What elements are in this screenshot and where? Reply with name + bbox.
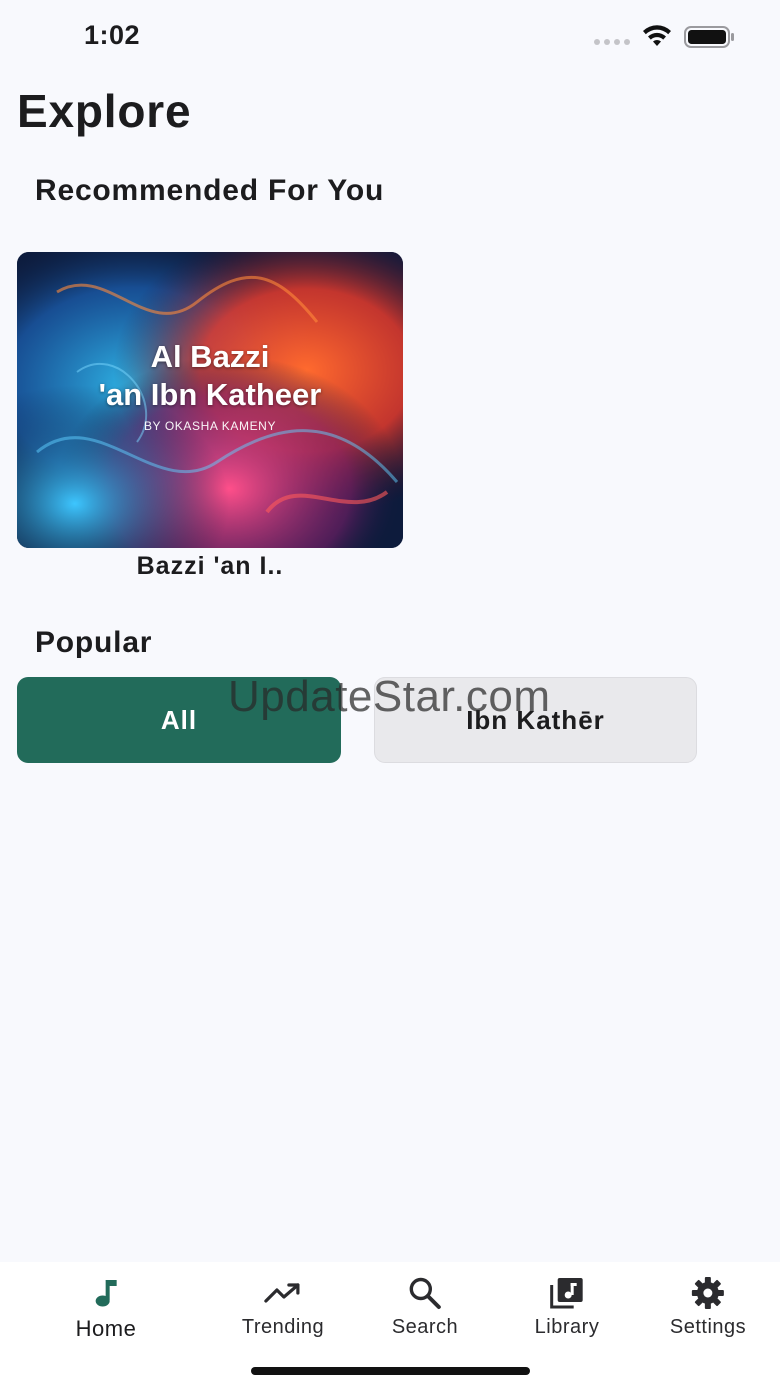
search-icon	[409, 1277, 441, 1309]
library-music-icon	[550, 1278, 583, 1309]
tab-label-settings: Settings	[669, 1316, 747, 1338]
tab-settings[interactable]: Settings	[670, 1276, 746, 1339]
artwork-title-line1: Al Bazzi	[150, 339, 270, 374]
music-note-icon	[96, 1280, 117, 1307]
trending-up-icon	[264, 1283, 300, 1303]
cellular-signal-icon	[594, 39, 630, 45]
bottom-tab-bar: Home Trending Search Library Settings	[0, 1262, 780, 1387]
tab-library[interactable]: Library	[535, 1276, 600, 1339]
status-bar: 1:02	[0, 0, 780, 72]
recommended-card[interactable]: Al Bazzi 'an Ibn Katheer BY OKASHA KAMEN…	[17, 252, 403, 581]
filter-chip-ibn-kather[interactable]: Ibn Kathēr	[374, 677, 697, 763]
home-indicator	[251, 1367, 530, 1375]
gear-icon	[691, 1277, 724, 1309]
section-title-popular: Popular	[35, 626, 153, 659]
tab-trending[interactable]: Trending	[242, 1276, 324, 1339]
status-time: 1:02	[84, 20, 141, 50]
wifi-icon	[643, 25, 671, 46]
tab-home[interactable]: Home	[76, 1276, 137, 1342]
tab-label-trending: Trending	[241, 1316, 325, 1338]
tab-label-search: Search	[391, 1316, 459, 1338]
section-title-recommended: Recommended For You	[35, 174, 385, 207]
artwork-byline: BY OKASHA KAMENY	[143, 419, 277, 433]
filter-chip-all[interactable]: All	[17, 677, 341, 763]
tab-search[interactable]: Search	[392, 1276, 458, 1339]
album-artwork[interactable]: Al Bazzi 'an Ibn Katheer BY OKASHA KAMEN…	[17, 252, 403, 548]
battery-icon	[684, 26, 734, 48]
tab-label-library: Library	[534, 1316, 600, 1338]
page-title: Explore	[17, 85, 192, 137]
tab-label-home: Home	[75, 1316, 137, 1341]
artwork-title-line2: 'an Ibn Katheer	[98, 377, 322, 412]
card-label: Bazzi 'an I..	[136, 552, 284, 580]
